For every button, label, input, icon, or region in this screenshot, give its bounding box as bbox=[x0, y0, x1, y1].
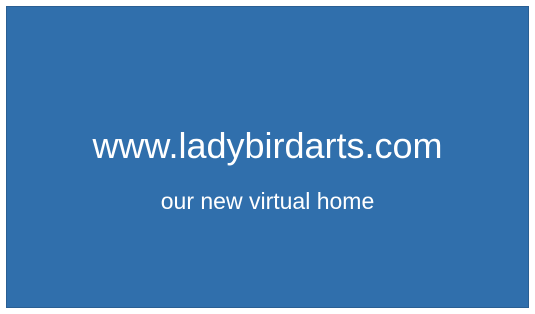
tagline-text: our new virtual home bbox=[160, 188, 375, 214]
slide-panel: www.ladybirdarts.com our new virtual hom… bbox=[6, 6, 529, 308]
website-url-text: www.ladybirdarts.com bbox=[92, 125, 443, 166]
